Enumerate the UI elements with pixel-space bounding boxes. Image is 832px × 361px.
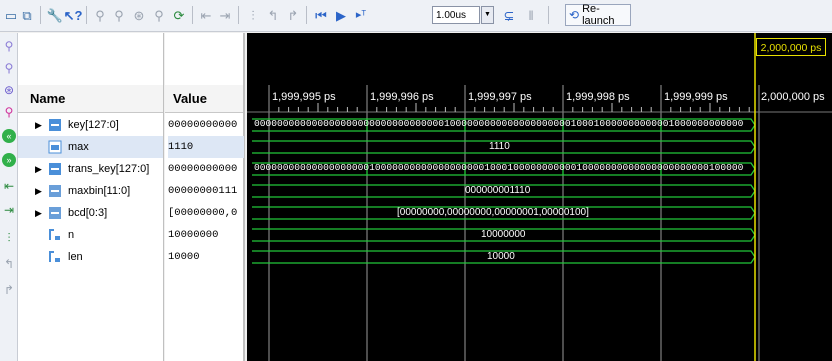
goto-start-icon[interactable]: ⇤	[197, 5, 215, 25]
signal-name: key[127:0]	[68, 119, 119, 131]
signal-value: 00000000111	[168, 185, 238, 197]
signal-icon	[48, 250, 62, 264]
bus-signal-icon	[48, 184, 62, 198]
signal-icon	[48, 140, 62, 154]
signal-row-trans-key[interactable]: ▶ trans_key[127:0]	[18, 158, 163, 180]
signal-name: trans_key[127:0]	[68, 163, 150, 175]
wave-value-text: 10000000	[481, 229, 526, 240]
prev-marker-icon[interactable]: ↰	[1, 255, 17, 273]
bus-signal-icon	[48, 162, 62, 176]
relaunch-icon: ⟲	[569, 8, 580, 22]
expand-arrow-icon[interactable]: ▶	[35, 114, 42, 136]
toolbar-separator	[40, 6, 41, 24]
run-for-icon[interactable]: ▸ᵀ	[352, 5, 370, 25]
wrench-icon[interactable]: 🔧	[46, 5, 64, 25]
minor-ticks	[278, 103, 750, 112]
signal-row-n[interactable]: n	[18, 224, 163, 246]
waveform-pane[interactable]: 2,000,000 ps 1,999,995 ps 1,999,996 ps 1…	[247, 33, 832, 361]
signal-value: 00000000000	[168, 163, 238, 175]
add-marker-icon[interactable]: ⫶	[244, 5, 262, 25]
main-toolbar: ▭ ⧉ 🔧 ↖? ⚲ ⚲ ⊛ ⚲ ⟳ ⇤ ⇥ ⫶ ↰ ↱ ⏮ ▶ ▸ᵀ 1.00…	[0, 0, 832, 32]
wave-value-text: 10000	[487, 251, 515, 262]
signal-row-bcd[interactable]: ▶ bcd[0:3]	[18, 202, 163, 224]
prev-transition-icon[interactable]: ↰	[264, 5, 282, 25]
time-tick-label: 1,999,998 ps	[566, 91, 630, 103]
add-marker-icon[interactable]: ⫶	[1, 229, 17, 247]
signal-row-len[interactable]: len	[18, 246, 163, 268]
zoom-out-icon[interactable]: ⚲	[1, 59, 17, 77]
toolbar-separator	[306, 6, 307, 24]
signal-value: 00000000000	[168, 119, 238, 131]
signal-name: len	[68, 251, 83, 263]
wave-value-text: 000000001110	[465, 185, 531, 196]
toolbar-separator	[86, 6, 87, 24]
signal-names-pane: Name ▶ key[127:0] max ▶ trans_key[127:0]…	[18, 33, 164, 361]
time-tick-label: 1,999,995 ps	[272, 91, 336, 103]
next-marker-icon[interactable]: ↱	[1, 281, 17, 299]
expand-arrow-icon[interactable]: ▶	[35, 180, 42, 202]
wave-value-text: 0000000000000000000000000000000001000000…	[254, 118, 744, 129]
toolbar-separator	[192, 6, 193, 24]
signal-name: max	[68, 141, 89, 153]
name-header-label: Name	[30, 91, 66, 106]
relaunch-button[interactable]: ⟲ Re-launch	[565, 3, 631, 27]
expand-arrow-icon[interactable]: ▶	[35, 202, 42, 224]
toolbar-separator	[238, 6, 239, 24]
wave-value-text: [00000000,00000000,00000001,00000100]	[397, 207, 589, 218]
toolbar-separator	[548, 6, 549, 24]
relaunch-label: Re-launch	[582, 3, 615, 27]
refresh-icon[interactable]: ⟳	[170, 5, 188, 25]
name-column-header[interactable]: Name	[18, 85, 163, 113]
zoom-fit-icon[interactable]: ⊛	[1, 81, 17, 99]
restore-icon[interactable]: ⧉	[18, 5, 36, 25]
bus-signal-icon	[48, 118, 62, 132]
value-column-header[interactable]: Value	[165, 85, 243, 113]
wave-side-toolbar: ⚲ ⚲ ⊛ ⚲ « » ⇤ ⇥ ⫶ ↰ ↱	[0, 33, 18, 361]
signal-icon	[48, 228, 62, 242]
cursor-time-label[interactable]: 2,000,000 ps	[756, 38, 826, 56]
next-transition-icon[interactable]: ↱	[284, 5, 302, 25]
next-transition-icon[interactable]: ⇥	[1, 201, 17, 219]
signal-row-key[interactable]: ▶ key[127:0]	[18, 114, 163, 136]
signal-value: 10000000	[168, 229, 219, 241]
waveform-canvas	[247, 33, 832, 361]
zoom-out-icon[interactable]: ⚲	[110, 5, 128, 25]
value-header-label: Value	[173, 91, 207, 106]
goto-end-icon[interactable]: »	[2, 153, 16, 167]
wave-value-text: 1110	[489, 141, 510, 152]
signal-row-max[interactable]: max	[18, 136, 163, 158]
zoom-full-icon[interactable]: ⊛	[130, 5, 148, 25]
time-tick-label: 2,000,000 ps	[761, 91, 825, 103]
break-icon[interactable]: ‖	[522, 5, 540, 25]
signal-name: bcd[0:3]	[68, 207, 108, 219]
signal-name: maxbin[11:0]	[68, 185, 131, 197]
prev-transition-icon[interactable]: ⇤	[1, 177, 17, 195]
restart-icon[interactable]: ⏮	[312, 5, 330, 25]
help-cursor-icon[interactable]: ↖?	[64, 5, 83, 25]
zoom-in-icon[interactable]: ⚲	[91, 5, 109, 25]
zoom-in-icon[interactable]: ⚲	[1, 37, 17, 55]
zoom-cursor-icon[interactable]: ⚲	[150, 5, 168, 25]
signal-value: [00000000,0	[168, 207, 238, 219]
run-icon[interactable]: ▶	[332, 5, 350, 25]
step-icon[interactable]: ⊊	[500, 5, 518, 25]
time-tick-label: 1,999,997 ps	[468, 91, 532, 103]
expand-arrow-icon[interactable]: ▶	[35, 158, 42, 180]
bus-signal-icon	[48, 206, 62, 220]
time-tick-label: 1,999,996 ps	[370, 91, 434, 103]
run-time-input[interactable]: 1.00us	[432, 6, 480, 24]
goto-end-icon[interactable]: ⇥	[216, 5, 234, 25]
signal-row-maxbin[interactable]: ▶ maxbin[11:0]	[18, 180, 163, 202]
run-time-dropdown-icon[interactable]: ▼	[481, 6, 494, 24]
signal-values-pane: Value 00000000000 1110 00000000000 00000…	[165, 33, 245, 361]
wave-value-text: 0000000000000000000010000000000000000000…	[254, 162, 744, 173]
signal-value: 10000	[168, 251, 200, 263]
signal-value: 1110	[168, 136, 244, 158]
signal-name: n	[68, 229, 75, 241]
zoom-cursor-icon[interactable]: ⚲	[1, 103, 17, 121]
goto-start-icon[interactable]: «	[2, 129, 16, 143]
time-tick-label: 1,999,999 ps	[664, 91, 728, 103]
